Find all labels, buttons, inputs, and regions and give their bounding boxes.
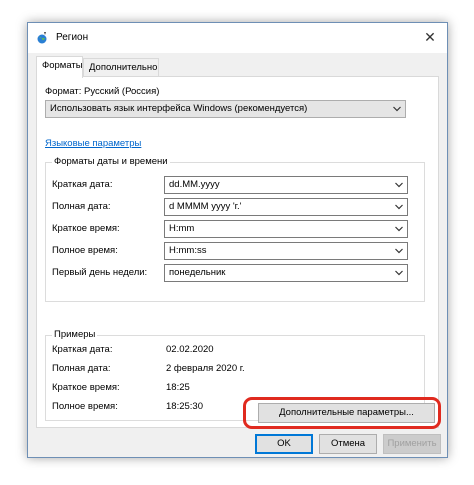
- example-short-time-value: 18:25: [166, 382, 190, 393]
- window-title: Регион: [56, 32, 89, 43]
- long-time-value: H:mm:ss: [169, 245, 207, 256]
- example-short-date-label: Краткая дата:: [52, 344, 113, 355]
- example-long-date-label: Полная дата:: [52, 363, 111, 374]
- short-time-select[interactable]: H:mm: [164, 220, 408, 238]
- region-globe-icon: [37, 32, 47, 44]
- long-time-select[interactable]: H:mm:ss: [164, 242, 408, 260]
- example-short-time-label: Краткое время:: [52, 382, 120, 393]
- cancel-button[interactable]: Отмена: [319, 434, 377, 454]
- chevron-down-icon: [393, 106, 401, 112]
- close-icon[interactable]: ✕: [413, 23, 447, 53]
- datetime-formats-group: Форматы даты и времени Краткая дата: dd.…: [45, 156, 425, 302]
- examples-group-title: Примеры: [52, 329, 98, 340]
- chevron-down-icon: [395, 248, 403, 254]
- datetime-group-title: Форматы даты и времени: [52, 156, 170, 167]
- example-short-date-value: 02.02.2020: [166, 344, 214, 355]
- example-long-time-label: Полное время:: [52, 401, 118, 412]
- ok-button[interactable]: OK: [255, 434, 313, 454]
- short-time-label: Краткое время:: [52, 223, 120, 234]
- long-date-select[interactable]: d MMMM yyyy 'г.': [164, 198, 408, 216]
- region-dialog: Регион ✕ Форматы Дополнительно Формат: Р…: [27, 22, 448, 458]
- format-select-value: Использовать язык интерфейса Windows (ре…: [50, 103, 308, 114]
- chevron-down-icon: [395, 204, 403, 210]
- short-time-value: H:mm: [169, 223, 195, 234]
- example-long-time-value: 18:25:30: [166, 401, 203, 412]
- long-date-label: Полная дата:: [52, 201, 111, 212]
- language-settings-link[interactable]: Языковые параметры: [45, 138, 141, 149]
- title-bar[interactable]: Регион ✕: [28, 23, 447, 53]
- first-day-label: Первый день недели:: [52, 267, 148, 278]
- apply-button[interactable]: Применить: [383, 434, 441, 454]
- format-select[interactable]: Использовать язык интерфейса Windows (ре…: [45, 100, 406, 118]
- chevron-down-icon: [395, 182, 403, 188]
- first-day-select[interactable]: понедельник: [164, 264, 408, 282]
- chevron-down-icon: [395, 226, 403, 232]
- long-time-label: Полное время:: [52, 245, 118, 256]
- example-long-date-value: 2 февраля 2020 г.: [166, 363, 245, 374]
- tab-formats[interactable]: Форматы: [36, 56, 83, 78]
- tab-additional[interactable]: Дополнительно: [83, 58, 159, 76]
- short-date-label: Краткая дата:: [52, 179, 113, 190]
- short-date-value: dd.MM.yyyy: [169, 179, 220, 190]
- chevron-down-icon: [395, 270, 403, 276]
- first-day-value: понедельник: [169, 267, 226, 278]
- formats-panel: Формат: Русский (Россия) Использовать яз…: [36, 76, 439, 428]
- long-date-value: d MMMM yyyy 'г.': [169, 201, 242, 212]
- short-date-select[interactable]: dd.MM.yyyy: [164, 176, 408, 194]
- highlight-frame: [243, 397, 441, 429]
- tab-strip: Форматы Дополнительно: [36, 56, 439, 78]
- format-label: Формат: Русский (Россия): [45, 86, 160, 97]
